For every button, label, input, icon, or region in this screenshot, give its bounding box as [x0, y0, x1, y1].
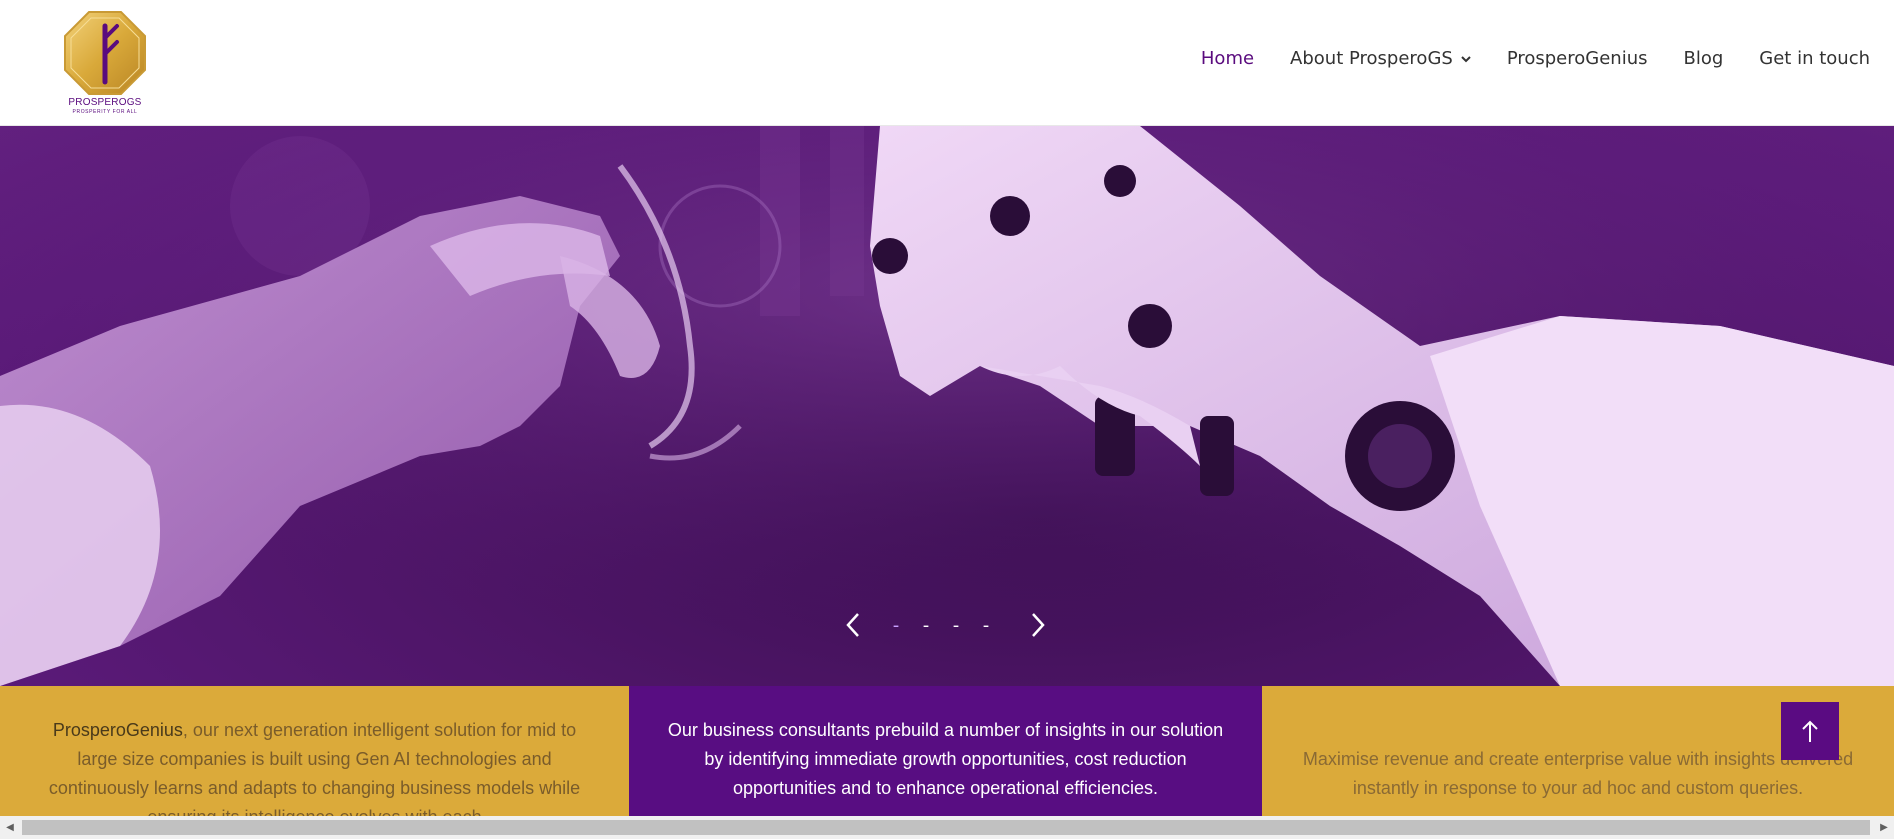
slider-dot-3[interactable]: -: [950, 610, 962, 640]
nav-item-label: Home: [1200, 48, 1255, 69]
slider-dot-4[interactable]: -: [980, 610, 992, 640]
nav-item-prosperogenius[interactable]: ProsperoGenius: [1507, 48, 1648, 69]
scroll-left-icon[interactable]: ◀: [0, 816, 20, 839]
logo-brand: PROSPEROGS: [68, 97, 142, 108]
nav-item-label: ProsperoGenius: [1506, 48, 1648, 69]
hero-slider: - - - -: [0, 126, 1894, 686]
slider-dot-1[interactable]: -: [890, 610, 902, 640]
logo[interactable]: PROSPEROGS PROSPERITY FOR ALL: [60, 8, 150, 118]
slider-next-button[interactable]: [1025, 610, 1051, 640]
slider-prev-button[interactable]: [840, 610, 866, 640]
chevron-down-icon: [1461, 55, 1471, 62]
card-text: Our business consultants prebuild a numb…: [667, 720, 1224, 798]
slider-pagination: - - - -: [890, 610, 992, 640]
nav-item-about[interactable]: About ProsperoGS: [1290, 48, 1471, 69]
chevron-right-icon: [1032, 613, 1045, 637]
nav-item-label: Blog: [1683, 48, 1724, 69]
logo-tagline: PROSPERITY FOR ALL: [72, 109, 138, 115]
nav-item-blog[interactable]: Blog: [1683, 48, 1723, 69]
card-text: Maximise revenue and create enterprise v…: [1302, 749, 1854, 798]
slider-dot-2[interactable]: -: [920, 610, 932, 640]
nav-item-home[interactable]: Home: [1201, 48, 1254, 69]
horizontal-scrollbar[interactable]: ◀ ▶: [0, 816, 1894, 839]
chevron-left-icon: [846, 613, 859, 637]
feature-card-prosperogenius: ProsperoGenius, our next generation inte…: [0, 686, 629, 816]
hero-image-human-robot-hands: [0, 126, 1894, 686]
nav-item-label: Get in touch: [1759, 48, 1870, 69]
site-header: PROSPEROGS PROSPERITY FOR ALL Home About…: [0, 0, 1894, 126]
feature-card-consultants: Our business consultants prebuild a numb…: [629, 686, 1262, 816]
scrollbar-thumb[interactable]: [22, 820, 1870, 835]
feature-cards: ProsperoGenius, our next generation inte…: [0, 686, 1894, 816]
nav-item-label: About ProsperoGS: [1290, 48, 1453, 69]
scroll-right-icon[interactable]: ▶: [1874, 816, 1894, 839]
back-to-top-button[interactable]: [1781, 702, 1839, 760]
logo-octagon-icon: [64, 11, 146, 95]
arrow-up-icon: [1802, 720, 1818, 742]
nav-item-get-in-touch[interactable]: Get in touch: [1759, 48, 1870, 69]
card-highlight: ProsperoGenius: [52, 720, 183, 740]
main-nav: Home About ProsperoGS ProsperoGenius Blo…: [1201, 48, 1870, 69]
